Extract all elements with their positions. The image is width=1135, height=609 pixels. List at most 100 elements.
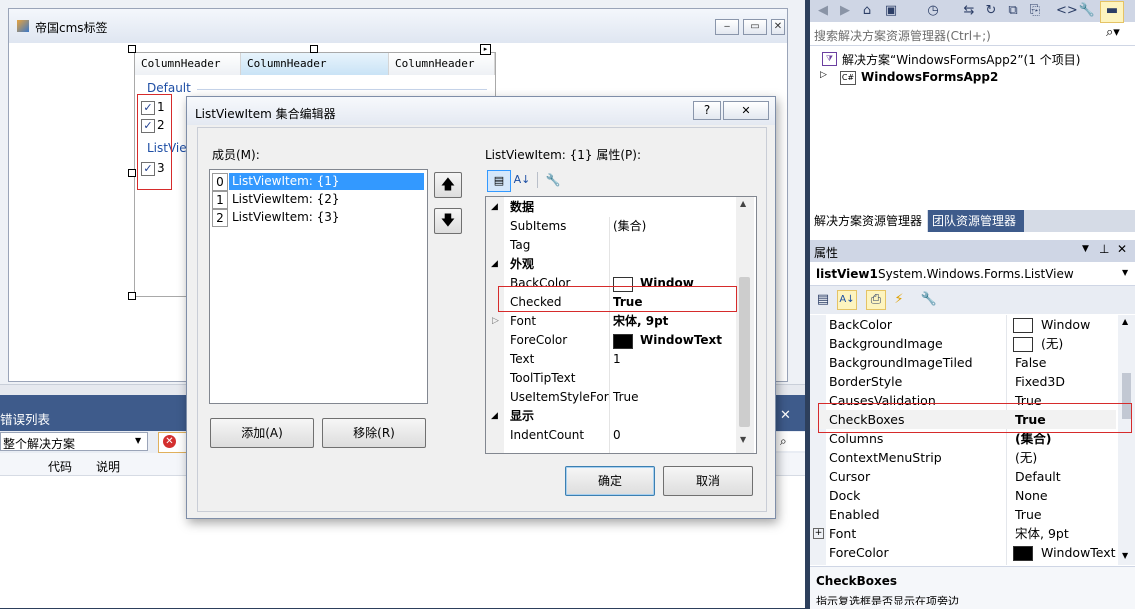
help-button[interactable]: ? <box>693 101 721 120</box>
dialog-client: 成员(M): 0 ListViewItem: {1} 1 ListViewIte… <box>197 127 767 512</box>
add-button[interactable]: 添加(A) <box>210 418 314 448</box>
wrench-icon[interactable]: 🔧 <box>920 291 938 309</box>
code-icon[interactable]: <> <box>1056 2 1078 20</box>
smart-tag-icon[interactable]: ▸ <box>480 44 491 55</box>
pin-icon[interactable]: ▬ <box>1100 1 1124 23</box>
members-list[interactable]: 0 ListViewItem: {1} 1 ListViewItem: {2} … <box>209 169 428 404</box>
alphabetical-icon[interactable]: A↓ <box>511 170 533 190</box>
form-titlebar[interactable]: 帝国cms标签 ‒ ▭ ✕ <box>9 9 787 43</box>
column-code[interactable]: 代码 <box>48 458 72 475</box>
remove-button[interactable]: 移除(R) <box>322 418 426 448</box>
checkbox-highlight-box <box>137 94 172 190</box>
dialog-title: ListViewItem 集合编辑器 <box>195 107 336 121</box>
scope-dropdown[interactable]: 整个解决方案 ▼ <box>0 432 148 451</box>
collapse-all-icon[interactable]: ⧉ <box>1004 2 1022 20</box>
pin-icon[interactable]: ⊥ <box>1099 242 1109 256</box>
tab-team-explorer[interactable]: 团队资源管理器 <box>928 210 1024 232</box>
prop-row-tag[interactable]: Tag <box>486 236 736 255</box>
sync-icon[interactable]: ⇆ <box>960 2 978 20</box>
prop-row-backcolor[interactable]: BackColor Window <box>810 315 1116 334</box>
forward-icon[interactable]: ▶ <box>836 2 854 20</box>
prop-row-indentcount[interactable]: IndentCount 0 <box>486 426 736 445</box>
categorized-icon[interactable]: ▤ <box>814 291 832 309</box>
toolbar-separator <box>537 172 538 188</box>
search-icon[interactable]: ⌕▾ <box>1106 25 1120 40</box>
refresh-icon[interactable]: ↻ <box>982 2 1000 20</box>
prop-row-forecolor[interactable]: ForeColor WindowText <box>810 543 1116 562</box>
home-icon[interactable]: ⌂ <box>858 2 876 20</box>
column-header-1[interactable]: ColumnHeader <box>135 53 241 75</box>
maximize-button[interactable]: ▭ <box>743 19 767 35</box>
error-icon: ✕ <box>163 435 176 448</box>
prop-row-text[interactable]: Text 1 <box>486 350 736 369</box>
prop-row-contextmenustrip[interactable]: ContextMenuStrip (无) <box>810 448 1116 467</box>
list-item[interactable]: 2 ListViewItem: {3} <box>212 209 424 227</box>
dialog-close-button[interactable]: ✕ <box>723 101 769 120</box>
tree-item-solution[interactable]: ⧩ 解决方案“WindowsFormsApp2”(1 个项目) <box>822 50 1122 68</box>
events-icon[interactable]: ⚡ <box>890 291 908 309</box>
object-selector[interactable]: listView1 System.Windows.Forms.ListView … <box>810 263 1135 286</box>
prop-row-backgroundimagetiled[interactable]: BackgroundImageTiled False <box>810 353 1116 372</box>
column-description[interactable]: 说明 <box>96 458 120 475</box>
wrench-icon[interactable]: 🔧 <box>1078 2 1096 20</box>
prop-row-forecolor[interactable]: ForeColor WindowText <box>486 331 736 350</box>
properties-grid[interactable]: ▲ ▼ BackColor Window BackgroundImage (无)… <box>810 315 1135 565</box>
tree-item-project[interactable]: ▷ C# WindowsFormsApp2 <box>820 69 1120 87</box>
properties-panel: 属性 ▼ ⊥ ✕ listView1 System.Windows.Forms.… <box>810 240 1135 609</box>
list-item[interactable]: 1 ListViewItem: {2} <box>212 191 424 209</box>
expand-arrow-icon[interactable]: ▷ <box>820 70 827 80</box>
category-display[interactable]: ◢ 显示 <box>486 407 736 426</box>
close-icon[interactable]: ✕ <box>780 408 791 423</box>
form-icon <box>17 20 29 32</box>
list-item[interactable]: 0 ListViewItem: {1} <box>212 173 424 191</box>
resize-handle[interactable] <box>310 45 318 53</box>
copy-icon[interactable]: ⎘ <box>1026 2 1044 20</box>
category-appearance[interactable]: ◢ 外观 <box>486 255 736 274</box>
prop-row-dock[interactable]: Dock None <box>810 486 1116 505</box>
property-grid[interactable]: ▲ ▼ ◢ 数据 SubItems (集合) Tag ◢ 外观 BackColo… <box>485 196 757 454</box>
checkboxes-highlight-box <box>818 403 1132 433</box>
prop-row-enabled[interactable]: Enabled True <box>810 505 1116 524</box>
prop-row-borderstyle[interactable]: BorderStyle Fixed3D <box>810 372 1116 391</box>
column-header-2[interactable]: ColumnHeader <box>241 53 389 75</box>
property-grid-scrollbar[interactable]: ▲ ▼ <box>736 197 754 453</box>
alphabetical-icon[interactable]: A↓ <box>837 290 857 310</box>
properties-scrollbar[interactable]: ▲ ▼ <box>1118 315 1135 565</box>
resize-handle[interactable] <box>128 45 136 53</box>
pane-splitter[interactable] <box>805 0 810 608</box>
wrench-icon[interactable]: 🔧 <box>542 170 564 190</box>
chevron-down-icon[interactable]: ▼ <box>1082 244 1089 254</box>
prop-row-useitemstyle[interactable]: UseItemStyleForS True <box>486 388 736 407</box>
column-header-3[interactable]: ColumnHeader <box>389 53 495 75</box>
prop-row-tooltiptext[interactable]: ToolTipText <box>486 369 736 388</box>
prop-row-cursor[interactable]: Cursor Default <box>810 467 1116 486</box>
tab-solution-explorer[interactable]: 解决方案资源管理器 <box>810 210 927 232</box>
back-icon[interactable]: ◀ <box>814 2 832 20</box>
move-up-button[interactable]: 🡅 <box>434 172 462 198</box>
properties-view-icon[interactable]: ⎙ <box>866 290 886 310</box>
resize-handle[interactable] <box>128 292 136 300</box>
categorized-icon[interactable]: ▤ <box>487 170 511 192</box>
prop-row-font[interactable]: + Font 宋体, 9pt <box>810 524 1116 543</box>
ok-button[interactable]: 确定 <box>565 466 655 496</box>
expand-icon[interactable]: ▷ <box>492 312 499 331</box>
expand-icon[interactable]: + <box>813 528 824 539</box>
minimize-button[interactable]: ‒ <box>715 19 739 35</box>
resize-handle[interactable] <box>128 169 136 177</box>
dialog-titlebar[interactable]: ListViewItem 集合编辑器 ? ✕ <box>187 97 775 125</box>
close-icon[interactable]: ✕ <box>1117 242 1127 256</box>
solution-search[interactable]: 搜索解决方案资源管理器(Ctrl+;) ⌕▾ <box>810 23 1135 46</box>
category-data[interactable]: ◢ 数据 <box>486 198 736 217</box>
history-icon[interactable]: ◷ <box>924 2 942 20</box>
close-button[interactable]: ✕ <box>771 19 785 35</box>
prop-row-subitems[interactable]: SubItems (集合) <box>486 217 736 236</box>
prop-row-font[interactable]: ▷ Font 宋体, 9pt <box>486 312 736 331</box>
description-text: 指示复选框是否显示在项旁边 <box>816 595 959 605</box>
move-down-button[interactable]: 🡇 <box>434 208 462 234</box>
search-box[interactable]: ⌕ <box>773 432 806 451</box>
prop-row-backgroundimage[interactable]: BackgroundImage (无) <box>810 334 1116 353</box>
properties-header: 属性 ▼ ⊥ ✕ <box>810 240 1135 262</box>
cancel-button[interactable]: 取消 <box>663 466 753 496</box>
solution-toolbar: ◀ ▶ ⌂ ▣ ◷ ⇆ ↻ ⧉ ⎘ <> 🔧 ▬ <box>810 0 1135 23</box>
switch-views-icon[interactable]: ▣ <box>882 2 900 20</box>
